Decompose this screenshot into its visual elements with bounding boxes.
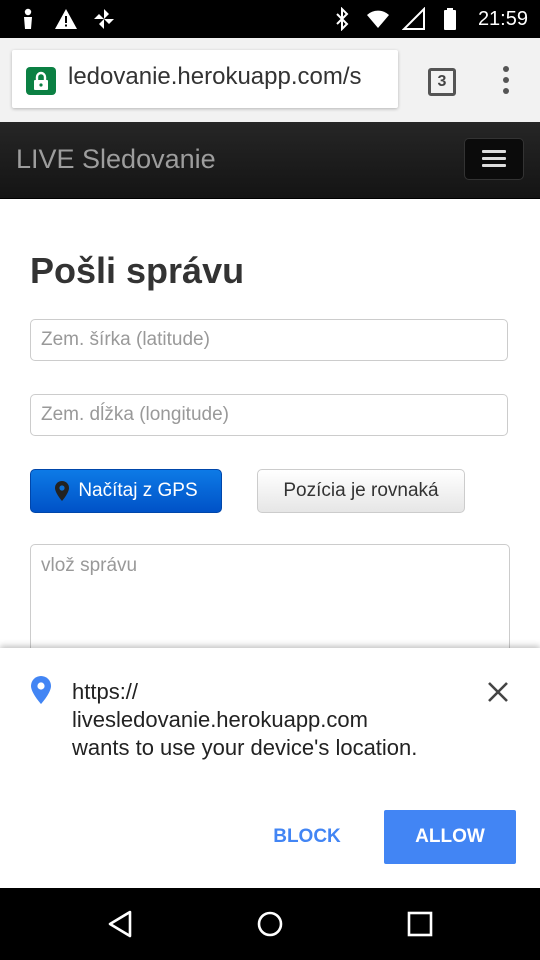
location-pin-icon (31, 676, 51, 704)
battery-icon (443, 8, 456, 30)
location-permission-dialog: https:// livesledovanie.herokuapp.com wa… (0, 648, 540, 888)
home-icon[interactable] (254, 908, 286, 940)
hamburger-menu-icon[interactable] (464, 138, 524, 180)
wifi-icon (366, 10, 389, 28)
warning-icon (55, 9, 77, 29)
recents-icon[interactable] (404, 908, 436, 940)
browser-toolbar: ledovanie.herokuapp.com/s 3 (0, 38, 540, 122)
site-brand[interactable]: LIVE Sledovanie (16, 144, 216, 175)
permission-line-3: wants to use your device's location. (72, 735, 418, 760)
status-bar: 21:59 (0, 0, 540, 38)
url-text: ledovanie.herokuapp.com/s (68, 63, 362, 90)
tab-switcher-button[interactable]: 3 (428, 68, 456, 96)
overflow-menu-icon[interactable] (496, 66, 516, 98)
pinwheel-icon (94, 9, 114, 29)
latitude-placeholder: Zem. šírka (latitude) (41, 329, 210, 350)
clock: 21:59 (477, 7, 528, 30)
same-position-button[interactable]: Pozícia je rovnaká (257, 469, 465, 513)
block-button[interactable]: BLOCK (262, 810, 352, 864)
latitude-input[interactable]: Zem. šírka (latitude) (30, 319, 508, 361)
longitude-placeholder: Zem. dĺžka (longitude) (41, 404, 229, 425)
allow-button[interactable]: ALLOW (384, 810, 516, 864)
system-nav-bar (0, 888, 540, 960)
site-navbar: LIVE Sledovanie (0, 122, 540, 199)
permission-line-1: https:// (72, 679, 139, 704)
person-icon (24, 8, 32, 29)
load-gps-button[interactable]: Načítaj z GPS (30, 469, 222, 513)
close-icon[interactable] (486, 680, 510, 704)
message-placeholder: vlož správu (41, 555, 138, 576)
permission-message: https:// livesledovanie.herokuapp.com wa… (72, 678, 472, 762)
url-bar[interactable]: ledovanie.herokuapp.com/s (12, 50, 398, 108)
back-icon[interactable] (104, 908, 136, 940)
bluetooth-icon (336, 7, 349, 31)
lock-icon (26, 67, 56, 95)
load-gps-label: Načítaj z GPS (78, 480, 198, 501)
longitude-input[interactable]: Zem. dĺžka (longitude) (30, 394, 508, 436)
map-marker-icon (55, 481, 70, 501)
page-title: Pošli správu (30, 250, 245, 291)
signal-icon (401, 7, 425, 30)
permission-line-2: livesledovanie.herokuapp.com (72, 707, 368, 732)
